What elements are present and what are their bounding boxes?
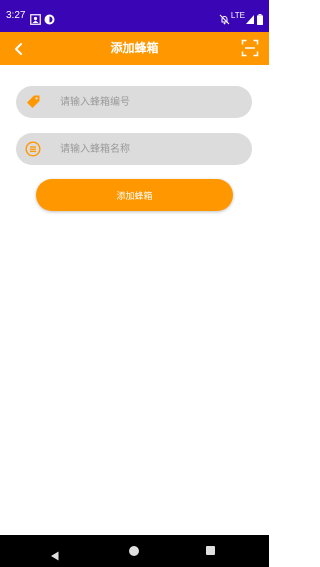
scan-frame-icon[interactable]	[241, 39, 259, 57]
mute-icon	[219, 10, 230, 25]
signal-icon	[246, 10, 257, 24]
add-hive-button[interactable]: 添加蜂箱	[36, 179, 233, 211]
app-bar: 添加蜂箱	[0, 32, 269, 65]
vpn-circle-icon	[44, 10, 55, 25]
screen: 3:27 LTE 添加蜂箱 请输入蜂箱编号 请输入蜂箱名称 添加蜂箱	[0, 0, 269, 567]
hive-name-input[interactable]	[60, 133, 245, 165]
tag-icon	[25, 94, 41, 110]
list-circle-icon	[25, 141, 41, 157]
back-triangle-icon[interactable]	[50, 546, 60, 561]
nav-bar	[0, 535, 269, 567]
home-circle-icon[interactable]	[129, 546, 139, 556]
page-title: 添加蜂箱	[110, 41, 159, 55]
hive-name-field[interactable]	[16, 133, 252, 165]
battery-icon	[257, 10, 263, 25]
recents-square-icon[interactable]	[206, 546, 215, 555]
status-time: 3:27	[6, 10, 26, 21]
photo-icon	[30, 10, 41, 25]
network-type: LTE	[230, 11, 245, 20]
hive-number-field[interactable]	[16, 86, 252, 118]
hive-number-input[interactable]	[60, 86, 245, 118]
status-bar: 3:27 LTE	[0, 0, 269, 32]
